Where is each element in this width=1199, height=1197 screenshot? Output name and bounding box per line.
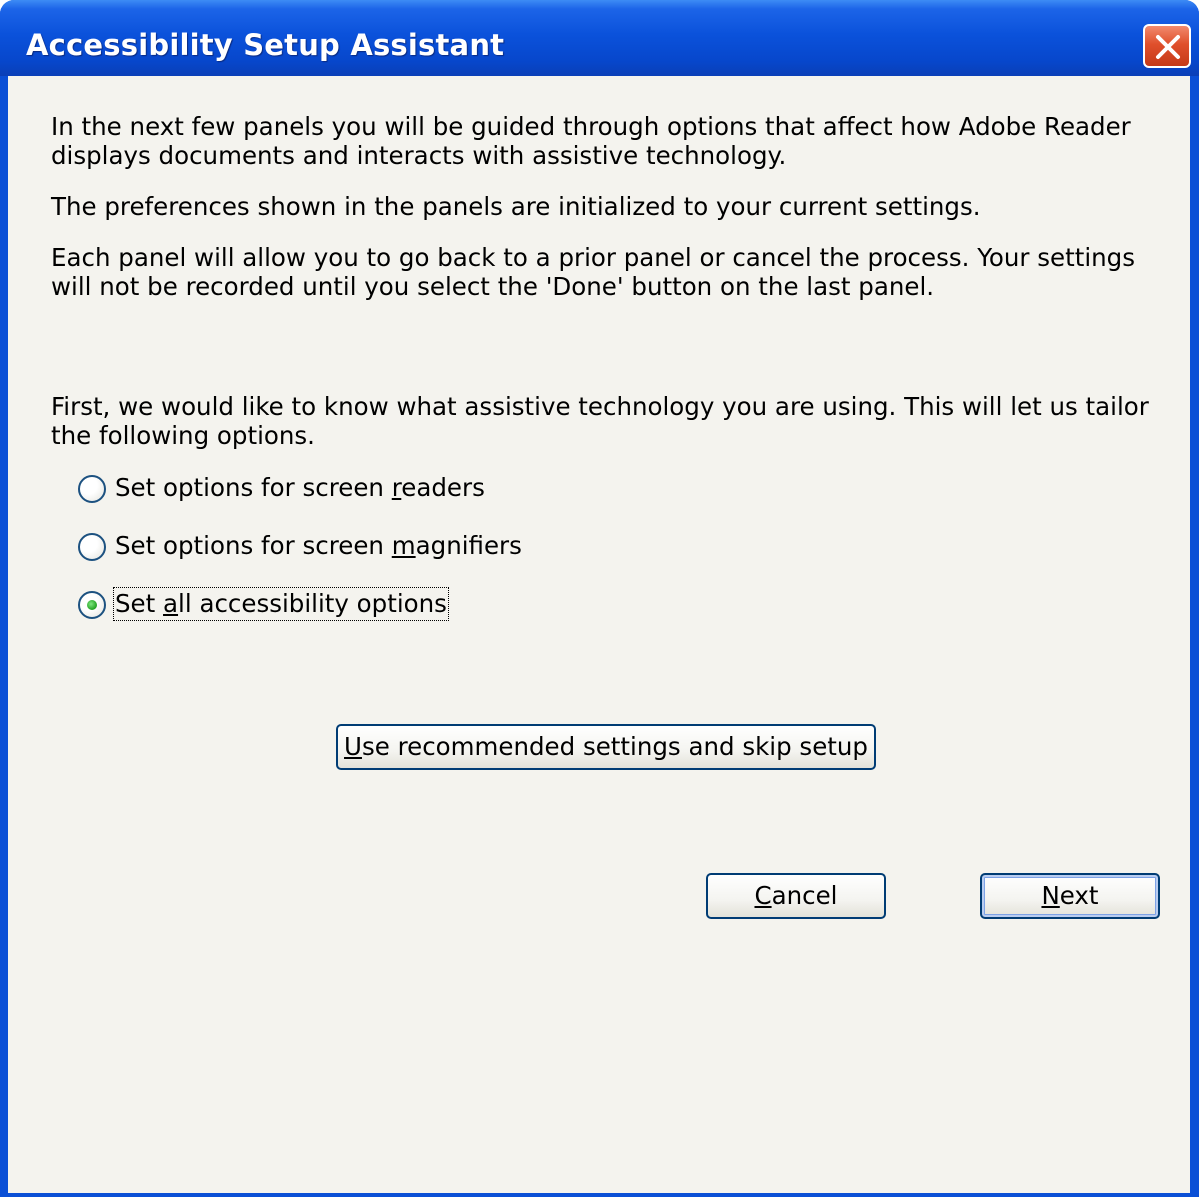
- window-title: Accessibility Setup Assistant: [26, 28, 505, 62]
- next-button[interactable]: Next: [980, 873, 1160, 919]
- radio-all-accessibility-options[interactable]: Set all accessibility options: [78, 587, 449, 627]
- radio-screen-readers[interactable]: Set options for screen readers: [78, 473, 498, 511]
- radio-screen-magnifiers[interactable]: Set options for screen magnifiers: [78, 531, 528, 569]
- radio-button-selected[interactable]: [78, 591, 106, 619]
- close-button[interactable]: [1143, 24, 1191, 68]
- intro-paragraph-2: The preferences shown in the panels are …: [51, 192, 981, 221]
- dialog-body: In the next few panels you will be guide…: [8, 76, 1190, 1193]
- use-recommended-settings-button[interactable]: Use recommended settings and skip setup: [336, 724, 876, 770]
- radio-label: Set options for screen readers: [115, 473, 485, 502]
- dialog-window: Accessibility Setup Assistant In the nex…: [0, 0, 1199, 1197]
- intro-paragraph-3: Each panel will allow you to go back to …: [51, 243, 1135, 301]
- radio-selected-dot-icon: [87, 600, 97, 610]
- radio-button[interactable]: [78, 475, 106, 503]
- close-icon: [1156, 35, 1180, 59]
- radio-label: Set all accessibility options: [113, 587, 449, 621]
- radio-button[interactable]: [78, 533, 106, 561]
- cancel-button[interactable]: Cancel: [706, 873, 886, 919]
- intro-paragraph-4: First, we would like to know what assist…: [51, 392, 1149, 450]
- title-bar[interactable]: Accessibility Setup Assistant: [0, 0, 1199, 76]
- intro-paragraph-1: In the next few panels you will be guide…: [51, 112, 1131, 170]
- radio-label: Set options for screen magnifiers: [115, 531, 522, 560]
